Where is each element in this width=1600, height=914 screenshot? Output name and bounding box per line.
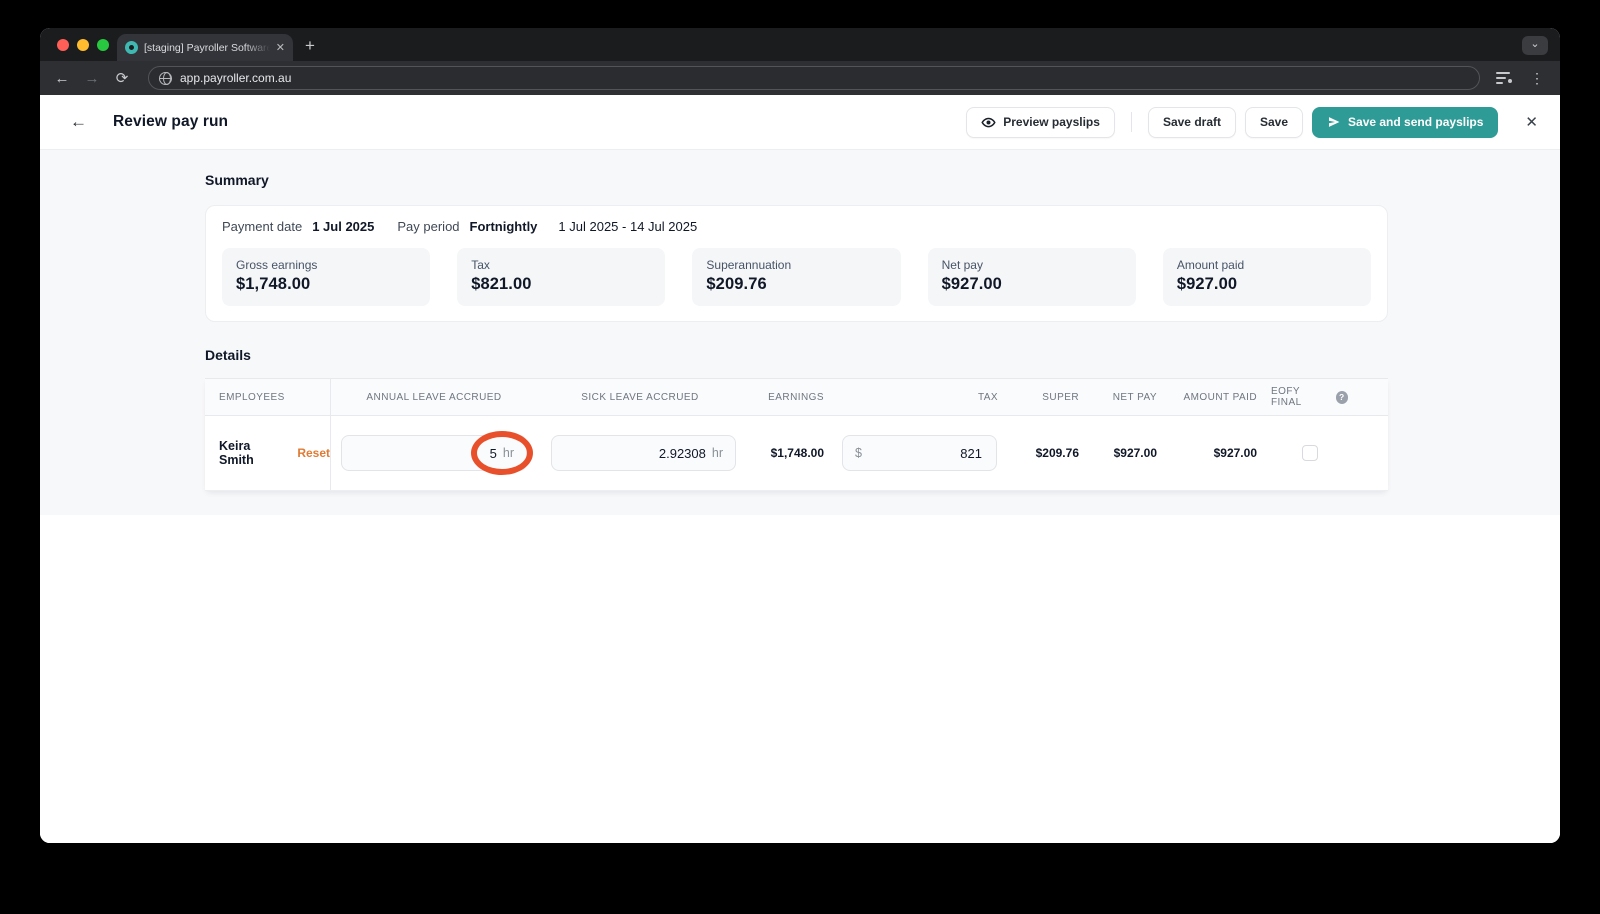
eofy-final-checkbox[interactable] xyxy=(1301,445,1318,461)
window-controls xyxy=(57,39,109,51)
col-amount-paid: AMOUNT PAID xyxy=(1183,391,1257,403)
employee-cell: Keira Smith Reset xyxy=(205,416,331,490)
sick-leave-cell: 2.92308 hr xyxy=(537,416,743,490)
currency-prefix: $ xyxy=(855,446,862,460)
col-annual-leave: ANNUAL LEAVE ACCRUED xyxy=(366,391,502,403)
annual-leave-cell: 5 hr xyxy=(331,416,537,490)
pay-period-value: Fortnightly xyxy=(469,219,538,234)
save-and-send-button[interactable]: Save and send payslips xyxy=(1312,106,1499,138)
col-earnings: EARNINGS xyxy=(768,391,824,403)
sick-leave-input[interactable]: 2.92308 hr xyxy=(551,435,736,471)
close-page-icon[interactable]: ✕ xyxy=(1525,113,1538,131)
payroller-favicon-icon xyxy=(125,41,138,54)
close-window-button[interactable] xyxy=(57,39,69,51)
table-header-row: EMPLOYEES ANNUAL LEAVE ACCRUED SICK LEAV… xyxy=(205,378,1388,416)
preview-payslips-button[interactable]: Preview payslips xyxy=(966,106,1115,138)
browser-window: [staging] Payroller Software W ✕ + ⌄ ← →… xyxy=(40,28,1560,843)
tab-close-icon[interactable]: ✕ xyxy=(276,41,285,54)
back-icon[interactable]: ← xyxy=(52,70,72,87)
net-pay-value: $927.00 xyxy=(1113,446,1157,460)
save-draft-button[interactable]: Save draft xyxy=(1147,106,1236,138)
paper-plane-icon xyxy=(1328,117,1340,127)
zoom-window-button[interactable] xyxy=(97,39,109,51)
header-divider xyxy=(1130,112,1132,132)
save-button[interactable]: Save xyxy=(1244,106,1304,138)
col-tax: TAX xyxy=(977,391,998,403)
stat-tax: Tax $821.00 xyxy=(457,248,666,306)
payment-date-label: Payment date xyxy=(222,219,303,234)
payment-date-value: 1 Jul 2025 xyxy=(312,219,375,234)
browser-tab[interactable]: [staging] Payroller Software W ✕ xyxy=(117,34,293,61)
site-globe-icon xyxy=(159,71,172,85)
table-row: Keira Smith Reset 5 hr 2.92308 hr $1,748… xyxy=(205,416,1388,491)
url-bar[interactable]: app.payroller.com.au xyxy=(148,66,1480,90)
page-header: ← Review pay run Preview payslips Save d… xyxy=(40,95,1560,150)
forward-icon[interactable]: → xyxy=(82,70,102,87)
page-back-icon[interactable]: ← xyxy=(70,112,87,132)
col-net-pay: NET PAY xyxy=(1112,391,1157,403)
browser-menu-icon[interactable]: ⋮ xyxy=(1530,70,1544,87)
summary-section-title: Summary xyxy=(205,172,269,188)
reading-list-icon[interactable] xyxy=(1496,72,1512,84)
stat-gross-earnings: Gross earnings $1,748.00 xyxy=(222,248,431,306)
stat-net-pay: Net pay $927.00 xyxy=(927,248,1136,306)
annual-leave-input[interactable]: 5 hr xyxy=(341,435,527,471)
tab-title: [staging] Payroller Software W xyxy=(144,41,270,54)
col-eofy-final: EOFY FINAL ? xyxy=(1271,379,1388,415)
eofy-info-icon[interactable]: ? xyxy=(1335,390,1348,404)
minimize-window-button[interactable] xyxy=(77,39,89,51)
super-value: $209.76 xyxy=(1035,446,1079,460)
summary-card: Payment date 1 Jul 2025 Pay period Fortn… xyxy=(205,205,1388,322)
col-employees: EMPLOYEES xyxy=(205,379,331,415)
tax-input[interactable]: $ 821 xyxy=(842,435,997,471)
reset-link[interactable]: Reset xyxy=(297,446,330,460)
stat-superannuation: Superannuation $209.76 xyxy=(692,248,901,306)
employee-name: Keira Smith xyxy=(219,439,254,467)
earnings-value: $1,748.00 xyxy=(770,446,824,460)
col-super: SUPER xyxy=(1042,391,1079,403)
browser-toolbar: ← → ⟳ app.payroller.com.au ⋮ xyxy=(40,61,1560,95)
stat-amount-paid: Amount paid $927.00 xyxy=(1162,248,1372,306)
page-title: Review pay run xyxy=(113,113,229,130)
tab-strip: [staging] Payroller Software W ✕ + ⌄ xyxy=(40,28,1560,61)
empty-page-area xyxy=(40,515,1560,843)
col-sick-leave: SICK LEAVE ACCRUED xyxy=(581,391,699,403)
tab-search-chevron-icon[interactable]: ⌄ xyxy=(1522,36,1548,55)
new-tab-button[interactable]: + xyxy=(305,36,315,56)
eye-icon xyxy=(981,117,996,127)
pay-period-label: Pay period xyxy=(397,219,460,234)
eofy-final-cell xyxy=(1271,416,1388,490)
amount-paid-value: $927.00 xyxy=(1213,446,1257,460)
pay-period-range: 1 Jul 2025 - 14 Jul 2025 xyxy=(558,219,698,234)
pay-run-table: EMPLOYEES ANNUAL LEAVE ACCRUED SICK LEAV… xyxy=(205,378,1388,491)
page-content: ← Review pay run Preview payslips Save d… xyxy=(40,95,1560,843)
details-section-title: Details xyxy=(205,347,251,363)
pay-run-body: Summary Payment date 1 Jul 2025 Pay peri… xyxy=(40,150,1560,515)
url-text: app.payroller.com.au xyxy=(180,71,292,85)
reload-icon[interactable]: ⟳ xyxy=(112,69,132,87)
